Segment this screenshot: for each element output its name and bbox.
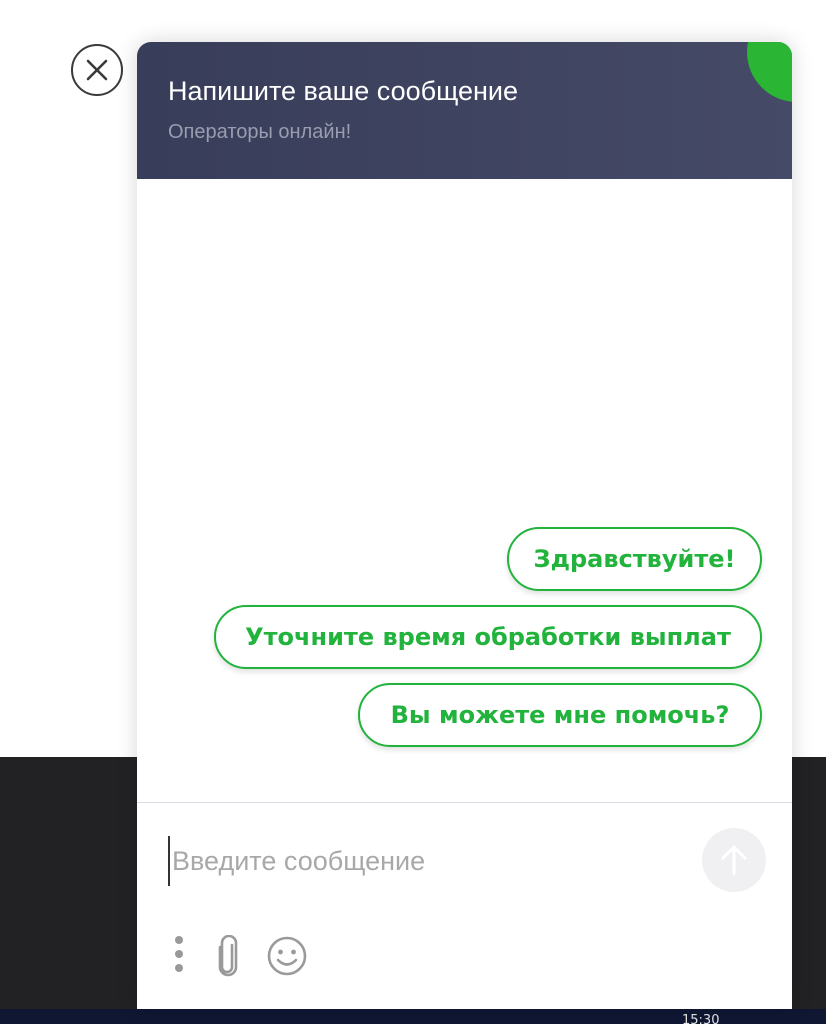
taskbar-clock: 15:30	[682, 1013, 720, 1024]
chat-header: Напишите ваше сообщение Операторы онлайн…	[137, 42, 792, 179]
chat-subtitle: Операторы онлайн!	[168, 121, 352, 143]
send-button[interactable]	[702, 828, 766, 892]
message-input[interactable]	[168, 836, 694, 886]
quick-reply-help[interactable]: Вы можете мне помочь?	[358, 683, 762, 747]
more-options-button[interactable]	[169, 934, 189, 976]
more-vertical-icon	[175, 936, 183, 972]
quick-reply-greeting[interactable]: Здравствуйте!	[507, 527, 762, 591]
smiley-icon	[267, 936, 307, 976]
online-status-indicator	[747, 42, 792, 102]
chat-title: Напишите ваше сообщение	[168, 76, 519, 106]
paperclip-icon	[218, 934, 238, 977]
quick-reply-payout-time[interactable]: Уточните время обработки выплат	[214, 605, 762, 669]
emoji-button[interactable]	[265, 934, 309, 978]
close-icon	[86, 59, 108, 81]
chat-widget: Напишите ваше сообщение Операторы онлайн…	[137, 42, 792, 1009]
arrow-up-icon	[721, 845, 747, 876]
composer-divider	[137, 802, 792, 803]
attach-file-button[interactable]	[213, 934, 243, 977]
close-chat-button[interactable]	[71, 44, 123, 96]
